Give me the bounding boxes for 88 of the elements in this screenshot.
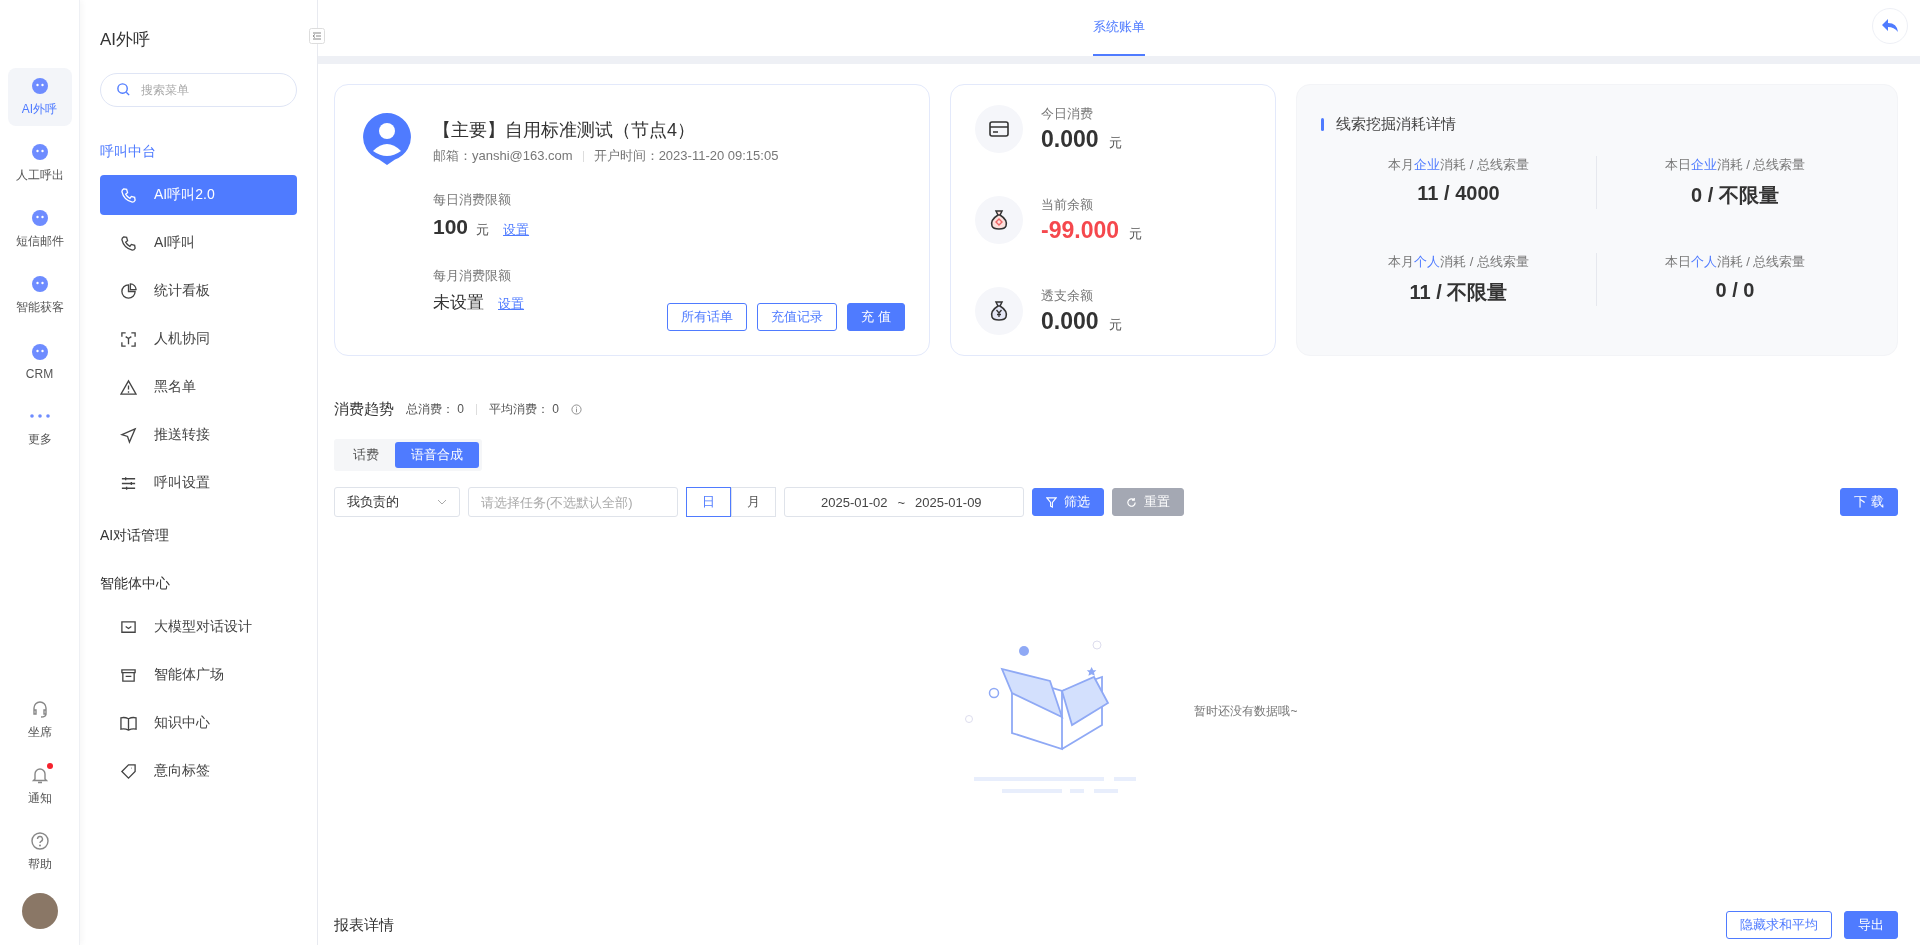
sidebar-title: AI外呼 [100, 29, 152, 51]
report-button[interactable]: 导出 [1844, 911, 1898, 939]
chat-bubble-icon [29, 76, 50, 96]
rail-item[interactable]: 智能获客 [7, 266, 72, 324]
stat-value: 0 / 0 [1714, 279, 1756, 302]
granularity-toggle[interactable]: 月 [731, 487, 776, 517]
unit-text: 元 [1129, 225, 1142, 243]
stat-label: 本日个人消耗 / 总线索量 [1663, 253, 1807, 271]
balance-label: 今日消费 [1041, 105, 1094, 123]
filter-icon [1046, 496, 1057, 508]
limit-value: 未设置 [433, 292, 484, 314]
limit-label: 每月消费限额 [433, 267, 512, 285]
rail-item[interactable]: 通知 [7, 757, 72, 815]
rail-item[interactable]: AI外呼 [7, 68, 72, 126]
summary-text: 平均消费： 0 [489, 401, 560, 418]
report-button[interactable]: 隐藏求和平均 [1726, 911, 1832, 939]
menu-item[interactable]: AI呼叫2.0 [100, 175, 297, 215]
download-button[interactable]: 下 载 [1840, 488, 1898, 516]
back-button[interactable] [1872, 8, 1908, 44]
menu-item[interactable]: AI呼叫 [100, 223, 297, 263]
filter-button[interactable]: 筛选 [1032, 488, 1104, 516]
account-title: 【主要】自用标准测试（节点4） [433, 119, 696, 142]
stat-value: 11 / 不限量 [1408, 280, 1509, 305]
balance-value: 0.000 [1041, 126, 1099, 153]
balance-label: 当前余额 [1041, 196, 1094, 214]
chat-bubble-icon [29, 274, 50, 294]
chat-bubble-icon [29, 341, 50, 362]
summary-text: 总消费： 0 [406, 401, 464, 418]
settings-link[interactable]: 设置 [498, 295, 524, 313]
menu-item[interactable]: 呼叫设置 [100, 463, 297, 503]
balance-value: 0.000 [1041, 308, 1099, 335]
rail-item[interactable]: CRM [7, 332, 72, 390]
balance-value: -99.000 [1041, 217, 1119, 244]
settings-link[interactable]: 设置 [503, 221, 530, 239]
action-button[interactable]: 充值记录 [757, 303, 838, 331]
user-avatar[interactable] [21, 893, 58, 929]
menu-item[interactable]: 统计看板 [100, 271, 297, 311]
more-icon [29, 414, 50, 418]
menu-item[interactable]: 黑名单 [100, 367, 297, 407]
menu-group[interactable]: AI对话管理 [100, 511, 297, 559]
granularity-toggle[interactable]: 日 [686, 487, 731, 517]
user-icon [363, 113, 411, 165]
menu-group[interactable]: 呼叫中台 [100, 127, 297, 175]
limit-label: 每日消费限额 [433, 191, 512, 209]
rail-item[interactable]: 更多 [7, 398, 72, 456]
search-icon [116, 82, 131, 97]
stat-value: 11 / 4000 [1416, 182, 1501, 205]
balance-label: 透支余额 [1041, 287, 1094, 305]
menu-group[interactable]: 智能体中心 [100, 559, 297, 607]
help-icon [29, 831, 50, 851]
limit-value: 100 [433, 215, 469, 239]
stat-value: 0 / 不限量 [1690, 183, 1780, 208]
menu-item[interactable]: 人机协同 [100, 319, 297, 359]
bell-icon [29, 765, 50, 785]
owner-select[interactable]: 我负责的 [334, 487, 460, 517]
menu-item[interactable]: 智能体广场 [100, 655, 297, 695]
rail-item[interactable]: 坐席 [7, 691, 72, 749]
rail-item[interactable]: 人工呼出 [7, 134, 72, 192]
rail-item[interactable]: 短信邮件 [7, 200, 72, 258]
menu-item[interactable]: 大模型对话设计 [100, 607, 297, 647]
stat-label: 本日企业消耗 / 总线索量 [1663, 156, 1807, 174]
action-button[interactable]: 所有话单 [667, 303, 748, 331]
section-title: 线索挖掘消耗详情 [1336, 115, 1456, 134]
chat-bubble-icon [29, 208, 50, 228]
stat-label: 本月企业消耗 / 总线索量 [1387, 156, 1530, 174]
menu-item[interactable]: 意向标签 [100, 751, 297, 791]
menu-item[interactable]: 推送转接 [100, 415, 297, 455]
stat-label: 本月个人消耗 / 总线索量 [1387, 253, 1530, 271]
action-button[interactable]: 充 值 [847, 303, 905, 331]
chat-bubble-icon [29, 142, 50, 162]
chevron-down-icon [437, 499, 447, 505]
unit-text: 元 [1108, 316, 1122, 334]
refresh-icon [1126, 496, 1137, 508]
unit-text: 元 [1108, 134, 1122, 152]
open-time-text: 开户时间：2023-11-20 09:15:05 [593, 147, 779, 165]
section-title: 报表详情 [334, 915, 394, 935]
search-field[interactable]: 搜索菜单 [100, 73, 297, 107]
date-range-field[interactable]: 2025-01-02 ~ 2025-01-09 [784, 487, 1024, 517]
email-text: 邮箱：yanshi@163.com [433, 147, 573, 165]
rail-item[interactable]: 帮助 [7, 823, 72, 881]
segment-tab[interactable]: 语音合成 [395, 442, 479, 468]
task-select[interactable]: 请选择任务(不选默认全部) [468, 487, 678, 517]
info-icon[interactable] [571, 404, 583, 415]
empty-state-text: 暂时还没有数据哦~ [1194, 702, 1298, 720]
unit-text: 元 [476, 221, 490, 239]
segment-tab[interactable]: 话费 [337, 442, 395, 468]
section-title: 消费趋势 [334, 400, 394, 419]
menu-item[interactable]: 知识中心 [100, 703, 297, 743]
